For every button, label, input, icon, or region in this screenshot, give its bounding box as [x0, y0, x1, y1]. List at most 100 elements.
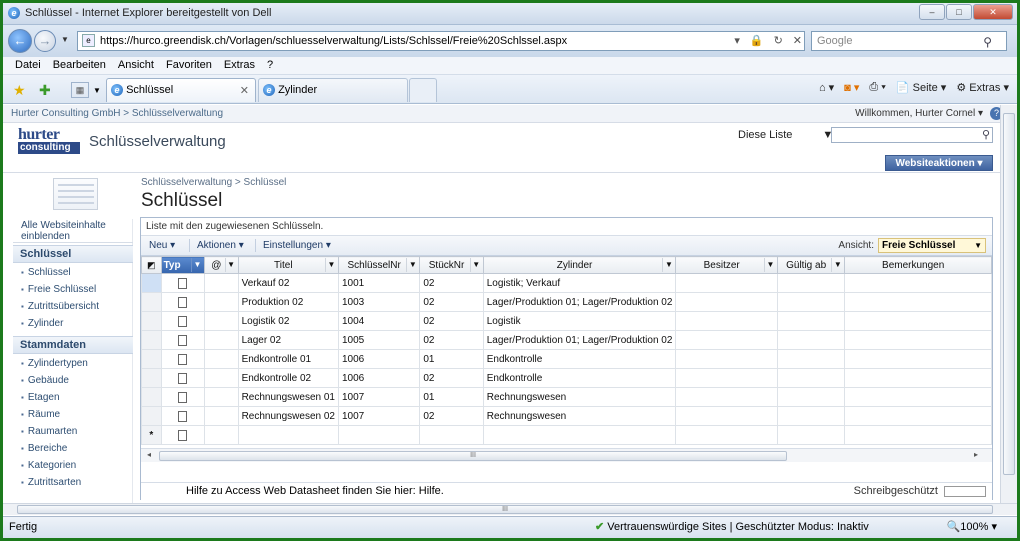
- view-all-content-link[interactable]: Alle Websiteinhalte einblenden: [13, 219, 133, 243]
- cell-gueltig-ab[interactable]: [776, 425, 846, 445]
- cell-gueltig-ab[interactable]: [776, 292, 846, 312]
- new-tab-button[interactable]: [409, 78, 437, 102]
- scroll-left-icon[interactable]: ◂: [147, 450, 151, 459]
- table-row[interactable]: Verkauf 02 1001 02 Logistik; Verkauf: [141, 273, 992, 293]
- nav-item-raeume[interactable]: Räume: [13, 406, 133, 423]
- cell-besitzer[interactable]: [675, 406, 778, 426]
- scrollbar-thumb[interactable]: [1003, 113, 1015, 475]
- nav-item-zylindertypen[interactable]: Zylindertypen: [13, 355, 133, 372]
- cell-zylinder[interactable]: Lager/Produktion 01; Lager/Produktion 02: [482, 330, 677, 350]
- actions-menu[interactable]: Aktionen ▾: [197, 236, 244, 255]
- welcome-menu[interactable]: Willkommen, Hurter Cornel ▾: [855, 105, 983, 122]
- cell-bemerkungen[interactable]: [844, 387, 992, 407]
- new-row-marker[interactable]: *: [141, 425, 162, 445]
- cell-bemerkungen[interactable]: [844, 273, 992, 293]
- cell-titel[interactable]: Rechnungswesen 01: [237, 387, 339, 407]
- nav-item-zutrittsarten[interactable]: Zutrittsarten: [13, 474, 133, 491]
- favorites-star-icon[interactable]: ★: [13, 82, 26, 99]
- cell-bemerkungen[interactable]: [844, 330, 992, 350]
- zoom-control[interactable]: 🔍100% ▾: [947, 517, 997, 538]
- nav-item-zylinder[interactable]: Zylinder: [13, 315, 133, 332]
- table-row[interactable]: Rechnungswesen 02 1007 02 Rechnungswesen: [141, 406, 992, 426]
- table-row[interactable]: Endkontrolle 01 1006 01 Endkontrolle: [141, 349, 992, 369]
- menu-bearbeiten[interactable]: Bearbeiten: [53, 57, 106, 74]
- cell-besitzer[interactable]: [675, 330, 778, 350]
- column-header-titel[interactable]: Titel ▼: [237, 256, 339, 274]
- home-icon[interactable]: ⌂ ▾: [819, 81, 834, 94]
- site-title[interactable]: Schlüsselverwaltung: [89, 133, 226, 150]
- row-selector[interactable]: [141, 387, 162, 407]
- table-row[interactable]: Logistik 02 1004 02 Logistik: [141, 311, 992, 331]
- url-dropdown-icon[interactable]: ▾: [734, 32, 740, 50]
- row-selector[interactable]: [141, 368, 162, 388]
- cell-stuecknr[interactable]: 02: [419, 311, 484, 331]
- cell-titel[interactable]: Endkontrolle 01: [237, 349, 339, 369]
- column-header-stuecknr[interactable]: StückNr ▼: [419, 256, 484, 274]
- cell-titel[interactable]: Lager 02: [237, 330, 339, 350]
- cell-schluesselnr[interactable]: 1004: [337, 311, 421, 331]
- cell-titel[interactable]: Endkontrolle 02: [237, 368, 339, 388]
- cell-gueltig-ab[interactable]: [776, 330, 846, 350]
- cell-bemerkungen[interactable]: [844, 425, 992, 445]
- minimize-button[interactable]: –: [919, 4, 945, 20]
- column-header-bemerkungen[interactable]: Bemerkungen: [844, 256, 992, 274]
- cell-zylinder[interactable]: [482, 425, 677, 445]
- menu-ansicht[interactable]: Ansicht: [118, 57, 154, 74]
- cell-titel[interactable]: Rechnungswesen 02: [237, 406, 339, 426]
- cell-schluesselnr[interactable]: 1005: [337, 330, 421, 350]
- cell-stuecknr[interactable]: [419, 425, 484, 445]
- cell-stuecknr[interactable]: 02: [419, 368, 484, 388]
- cell-titel[interactable]: [237, 425, 339, 445]
- tab-list-icon[interactable]: ▼: [93, 86, 101, 95]
- refresh-icon[interactable]: ↻: [774, 32, 783, 50]
- add-favorites-icon[interactable]: ✚: [39, 82, 51, 99]
- cell-zylinder[interactable]: Rechnungswesen: [482, 387, 677, 407]
- cell-stuecknr[interactable]: 01: [419, 387, 484, 407]
- nav-item-gebaeude[interactable]: Gebäude: [13, 372, 133, 389]
- cell-schluesselnr[interactable]: 1006: [337, 368, 421, 388]
- nav-item-freie-schluessel[interactable]: Freie Schlüssel: [13, 281, 133, 298]
- page-horizontal-scrollbar[interactable]: III: [3, 503, 1017, 515]
- cell-gueltig-ab[interactable]: [776, 406, 846, 426]
- menu-help[interactable]: ?: [267, 57, 273, 74]
- cell-besitzer[interactable]: [675, 311, 778, 331]
- cell-stuecknr[interactable]: 02: [419, 330, 484, 350]
- address-bar[interactable]: e https://hurco.greendisk.ch/Vorlagen/sc…: [77, 31, 805, 51]
- cell-bemerkungen[interactable]: [844, 406, 992, 426]
- row-selector[interactable]: [141, 330, 162, 350]
- global-breadcrumb[interactable]: Hurter Consulting GmbH > Schlüsselverwal…: [11, 105, 223, 122]
- nav-item-etagen[interactable]: Etagen: [13, 389, 133, 406]
- cell-titel[interactable]: Verkauf 02: [237, 273, 339, 293]
- site-logo[interactable]: hurter consulting: [18, 127, 80, 155]
- cell-zylinder[interactable]: Endkontrolle: [482, 349, 677, 369]
- row-selector[interactable]: [141, 292, 162, 312]
- cell-stuecknr[interactable]: 02: [419, 273, 484, 293]
- security-zone[interactable]: ✔ Vertrauenswürdige Sites | Geschützter …: [595, 517, 869, 538]
- history-dropdown-icon[interactable]: ▼: [61, 35, 69, 44]
- column-header-gueltig-ab[interactable]: Gültig ab ▼: [776, 256, 846, 274]
- page-menu[interactable]: 📄 Seite ▾: [896, 81, 946, 94]
- view-select[interactable]: Freie Schlüssel ▼: [878, 238, 986, 253]
- cell-stuecknr[interactable]: 01: [419, 349, 484, 369]
- column-header-besitzer[interactable]: Besitzer ▼: [675, 256, 778, 274]
- cell-schluesselnr[interactable]: 1006: [337, 349, 421, 369]
- cell-schluesselnr[interactable]: 1003: [337, 292, 421, 312]
- quick-tabs-icon[interactable]: ▦: [71, 82, 89, 98]
- cell-besitzer[interactable]: [675, 387, 778, 407]
- column-header-typ[interactable]: Typ ▼: [160, 256, 206, 274]
- menu-favoriten[interactable]: Favoriten: [166, 57, 212, 74]
- table-row[interactable]: Produktion 02 1003 02 Lager/Produktion 0…: [141, 292, 992, 312]
- tab-schluessel[interactable]: e Schlüssel ✕: [106, 78, 256, 102]
- nav-item-bereiche[interactable]: Bereiche: [13, 440, 133, 457]
- cell-stuecknr[interactable]: 02: [419, 292, 484, 312]
- back-button[interactable]: ←: [8, 29, 32, 53]
- tab-zylinder[interactable]: e Zylinder: [258, 78, 408, 102]
- cell-gueltig-ab[interactable]: [776, 349, 846, 369]
- row-selector[interactable]: [141, 311, 162, 331]
- cell-besitzer[interactable]: [675, 292, 778, 312]
- cell-zylinder[interactable]: Lager/Produktion 01; Lager/Produktion 02: [482, 292, 677, 312]
- nav-heading-stammdaten[interactable]: Stammdaten: [13, 336, 133, 354]
- cell-bemerkungen[interactable]: [844, 311, 992, 331]
- settings-menu[interactable]: Einstellungen ▾: [263, 236, 331, 255]
- new-menu[interactable]: Neu ▾: [149, 236, 175, 255]
